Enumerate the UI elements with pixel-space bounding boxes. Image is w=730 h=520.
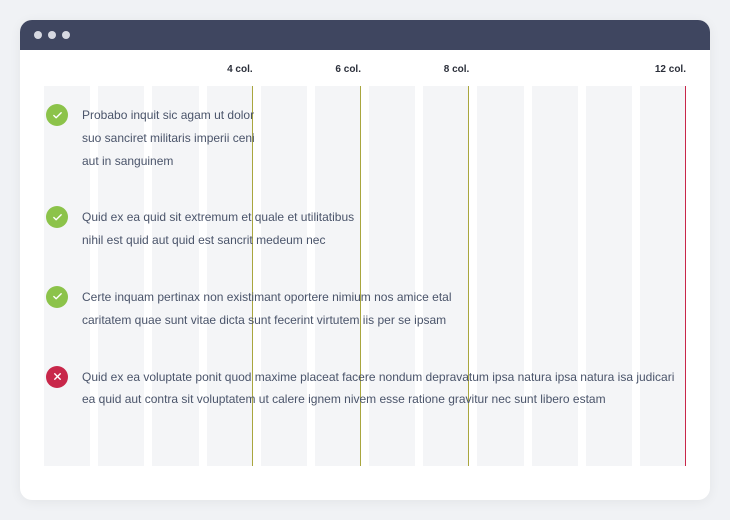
- window-frame: 4 col. 6 col. 8 col. 12 col. Probabo inquit…: [20, 20, 710, 500]
- window-dot: [48, 31, 56, 39]
- check-icon: [46, 104, 68, 126]
- window-dot: [34, 31, 42, 39]
- items-list: Probabo inquit sic agam ut dolor suo san…: [44, 86, 686, 466]
- column-labels-row: 4 col. 6 col. 8 col. 12 col.: [44, 50, 686, 86]
- check-icon: [46, 286, 68, 308]
- column-marker-label: 8 col.: [444, 64, 470, 75]
- close-icon: [46, 366, 68, 388]
- item-text: Certe inquam pertinax non existimant opo…: [82, 286, 487, 332]
- column-marker-label: 6 col.: [335, 64, 361, 75]
- content-area: 4 col. 6 col. 8 col. 12 col. Probabo inquit…: [20, 50, 710, 500]
- item-text: Probabo inquit sic agam ut dolor suo san…: [82, 104, 267, 172]
- titlebar: [20, 20, 710, 50]
- check-icon: [46, 206, 68, 228]
- item-text: Quid ex ea voluptate ponit quod maxime p…: [82, 366, 686, 412]
- grid-area: Probabo inquit sic agam ut dolor suo san…: [44, 86, 686, 466]
- item-text: Quid ex ea quid sit extremum et quale et…: [82, 206, 377, 252]
- list-item: Certe inquam pertinax non existimant opo…: [44, 286, 686, 332]
- window-dot: [62, 31, 70, 39]
- column-marker-label: 4 col.: [227, 64, 253, 75]
- list-item: Quid ex ea voluptate ponit quod maxime p…: [44, 366, 686, 412]
- column-marker-label: 12 col.: [655, 64, 686, 75]
- list-item: Quid ex ea quid sit extremum et quale et…: [44, 206, 686, 252]
- list-item: Probabo inquit sic agam ut dolor suo san…: [44, 104, 686, 172]
